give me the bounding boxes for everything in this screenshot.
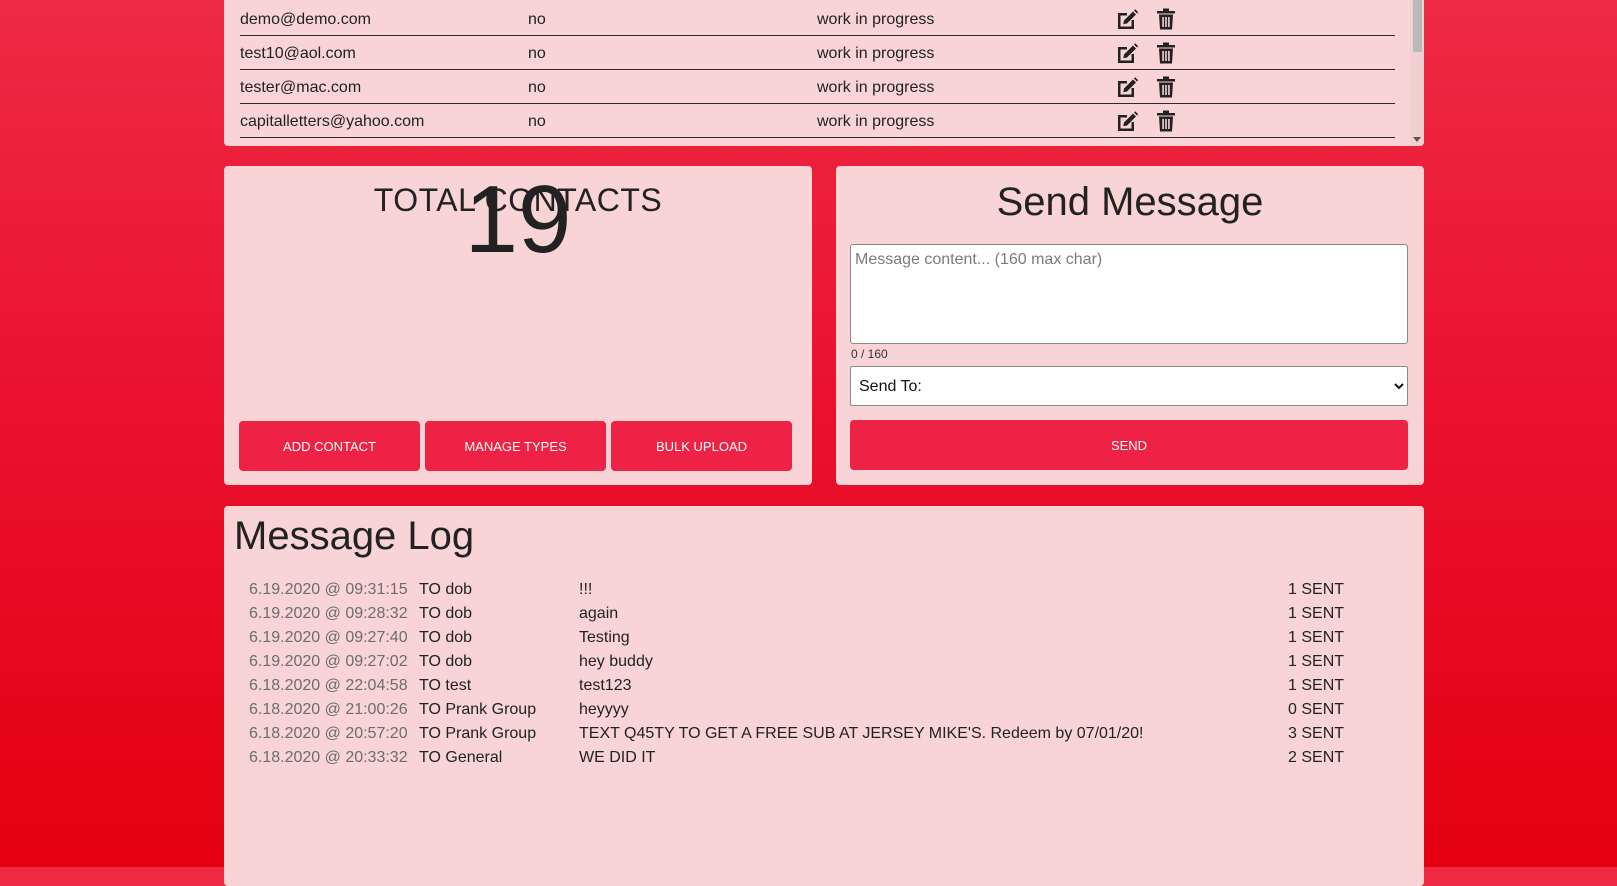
send-message-card: Send Message 0 / 160 Send To: SEND xyxy=(836,166,1424,485)
log-timestamp: 6.18.2020 @ 20:33:32 xyxy=(249,749,408,766)
log-timestamp: 6.19.2020 @ 09:27:02 xyxy=(249,653,408,670)
log-message: heyyyy xyxy=(579,701,629,718)
log-sent-count: 1 SENT xyxy=(1288,677,1345,694)
log-message: WE DID IT xyxy=(579,749,656,766)
trash-icon[interactable] xyxy=(1156,8,1176,35)
contact-email: test10@aol.com xyxy=(240,45,356,62)
contacts-rows: demo@demo.com no work in progress test10… xyxy=(240,2,1395,138)
edit-icon[interactable] xyxy=(1115,110,1139,137)
log-sent-count: 1 SENT xyxy=(1288,581,1345,598)
contact-row: capitalletters@yahoo.com no work in prog… xyxy=(240,104,1395,138)
trash-icon[interactable] xyxy=(1156,76,1176,103)
edit-icon[interactable] xyxy=(1115,76,1139,103)
character-counter: 0 / 160 xyxy=(851,347,888,361)
contact-email: demo@demo.com xyxy=(240,11,371,28)
log-sent-count: 1 SENT xyxy=(1288,653,1345,670)
add-contact-button[interactable]: ADD CONTACT xyxy=(239,421,420,471)
log-recipient: TO test xyxy=(419,677,472,694)
log-row: 6.18.2020 @ 20:33:32 TO General WE DID I… xyxy=(249,749,1349,773)
log-row: 6.19.2020 @ 09:27:40 TO dob Testing 1 SE… xyxy=(249,629,1349,653)
log-recipient: TO Prank Group xyxy=(419,701,537,718)
scrollbar-thumb[interactable] xyxy=(1413,0,1422,52)
log-recipient: TO General xyxy=(419,749,503,766)
log-message: test123 xyxy=(579,677,632,694)
send-message-title: Send Message xyxy=(996,180,1264,224)
log-row: 6.19.2020 @ 09:28:32 TO dob again 1 SENT xyxy=(249,605,1349,629)
contact-status: work in progress xyxy=(817,11,935,28)
contacts-table: demo@demo.com no work in progress test10… xyxy=(224,0,1424,146)
log-recipient: TO Prank Group xyxy=(419,725,537,742)
log-sent-count: 3 SENT xyxy=(1288,725,1345,742)
contact-status: work in progress xyxy=(817,79,935,96)
edit-icon[interactable] xyxy=(1115,42,1139,69)
log-timestamp: 6.19.2020 @ 09:28:32 xyxy=(249,605,408,622)
contact-row: test10@aol.com no work in progress xyxy=(240,36,1395,70)
send-to-select[interactable]: Send To: xyxy=(850,366,1408,406)
log-message: !!! xyxy=(579,581,593,598)
log-row: 6.18.2020 @ 20:57:20 TO Prank Group TEXT… xyxy=(249,725,1349,749)
log-timestamp: 6.19.2020 @ 09:27:40 xyxy=(249,629,408,646)
message-log-card: Message Log 6.19.2020 @ 09:31:15 TO dob … xyxy=(224,506,1424,886)
log-row: 6.19.2020 @ 09:31:15 TO dob !!! 1 SENT xyxy=(249,581,1349,605)
log-timestamp: 6.18.2020 @ 20:57:20 xyxy=(249,725,408,742)
contact-flag: no xyxy=(528,11,546,28)
log-message: hey buddy xyxy=(579,653,653,670)
log-sent-count: 0 SENT xyxy=(1288,701,1345,718)
contact-email: tester@mac.com xyxy=(240,79,362,96)
message-log-title: Message Log xyxy=(234,514,475,558)
log-timestamp: 6.18.2020 @ 21:00:26 xyxy=(249,701,408,718)
contact-status: work in progress xyxy=(817,113,935,130)
send-button[interactable]: SEND xyxy=(850,420,1408,470)
contacts-scrollbar[interactable] xyxy=(1410,0,1424,146)
log-sent-count: 2 SENT xyxy=(1288,749,1345,766)
log-recipient: TO dob xyxy=(419,653,473,670)
log-sent-count: 1 SENT xyxy=(1288,605,1345,622)
message-log-list: 6.19.2020 @ 09:31:15 TO dob !!! 1 SENT 6… xyxy=(249,581,1349,773)
contact-flag: no xyxy=(528,113,546,130)
trash-icon[interactable] xyxy=(1156,110,1176,137)
log-recipient: TO dob xyxy=(419,629,473,646)
manage-types-button[interactable]: MANAGE TYPES xyxy=(425,421,606,471)
log-recipient: TO dob xyxy=(419,581,473,598)
contact-row: tester@mac.com no work in progress xyxy=(240,70,1395,104)
bulk-upload-button[interactable]: BULK UPLOAD xyxy=(611,421,792,471)
contact-row: demo@demo.com no work in progress xyxy=(240,2,1395,36)
log-message: Testing xyxy=(579,629,630,646)
log-timestamp: 6.19.2020 @ 09:31:15 xyxy=(249,581,408,598)
trash-icon[interactable] xyxy=(1156,42,1176,69)
log-sent-count: 1 SENT xyxy=(1288,629,1345,646)
log-message: TEXT Q45TY TO GET A FREE SUB AT JERSEY M… xyxy=(579,725,1144,742)
contact-email: capitalletters@yahoo.com xyxy=(240,113,425,130)
log-row: 6.18.2020 @ 21:00:26 TO Prank Group heyy… xyxy=(249,701,1349,725)
contact-status: work in progress xyxy=(817,45,935,62)
log-recipient: TO dob xyxy=(419,605,473,622)
log-row: 6.18.2020 @ 22:04:58 TO test test123 1 S… xyxy=(249,677,1349,701)
total-contacts-count: 19 xyxy=(464,166,572,273)
log-row: 6.19.2020 @ 09:27:02 TO dob hey buddy 1 … xyxy=(249,653,1349,677)
edit-icon[interactable] xyxy=(1115,8,1139,35)
log-message: again xyxy=(579,605,619,622)
contact-flag: no xyxy=(528,79,546,96)
total-contacts-card: TOTAL CONTACTS 19 ADD CONTACT MANAGE TYP… xyxy=(224,166,812,485)
log-timestamp: 6.18.2020 @ 22:04:58 xyxy=(249,677,408,694)
message-content-input[interactable] xyxy=(850,244,1408,344)
scroll-down-arrow-icon[interactable] xyxy=(1413,137,1421,142)
contact-flag: no xyxy=(528,45,546,62)
